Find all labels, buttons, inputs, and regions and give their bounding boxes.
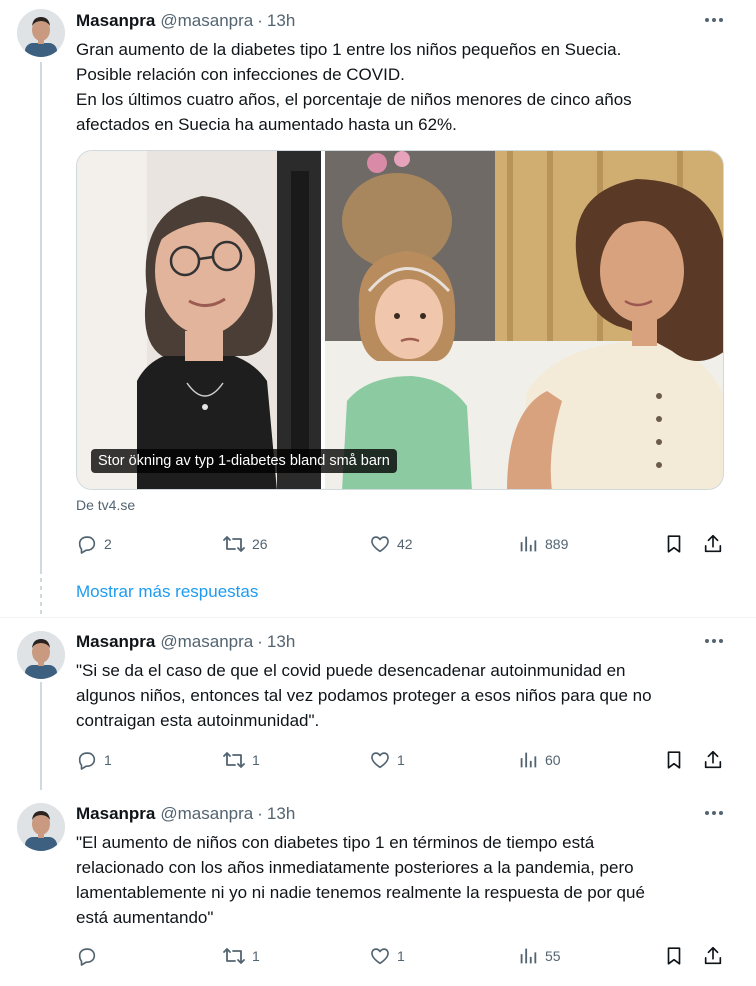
avatar[interactable] bbox=[17, 631, 65, 679]
views-icon bbox=[520, 752, 537, 768]
share-button[interactable] bbox=[702, 531, 728, 557]
reply-button[interactable]: 2 bbox=[76, 531, 112, 557]
like-count: 1 bbox=[397, 752, 405, 768]
retweet-button[interactable]: 1 bbox=[222, 747, 260, 773]
views-icon bbox=[520, 948, 537, 964]
retweet-icon bbox=[223, 536, 245, 552]
tweet-text: "Si se da el caso de que el covid puede … bbox=[76, 661, 652, 730]
retweet-count: 26 bbox=[252, 536, 268, 552]
tweet-text: Gran aumento de la diabetes tipo 1 entre… bbox=[76, 40, 632, 134]
like-button[interactable]: 1 bbox=[369, 747, 405, 773]
author-handle[interactable]: @masanpra bbox=[160, 11, 253, 31]
reply-button[interactable] bbox=[76, 943, 104, 969]
views-icon bbox=[520, 536, 537, 552]
thread-dots bbox=[40, 578, 42, 618]
share-button[interactable] bbox=[702, 943, 728, 969]
tweet-actions: 1 1 1 60 bbox=[76, 747, 736, 773]
heart-icon bbox=[371, 536, 389, 553]
tweet-header: Masanpra @masanpra · 13h bbox=[76, 632, 296, 652]
author-name[interactable]: Masanpra bbox=[76, 804, 155, 824]
retweet-icon bbox=[223, 752, 245, 768]
reply-button[interactable]: 1 bbox=[76, 747, 112, 773]
bookmark-button[interactable] bbox=[663, 531, 689, 557]
timestamp[interactable]: 13h bbox=[267, 804, 295, 824]
heart-icon bbox=[371, 752, 389, 769]
more-options-icon[interactable] bbox=[700, 630, 728, 652]
share-icon bbox=[704, 534, 722, 553]
views-button[interactable]: 60 bbox=[517, 747, 561, 773]
views-count: 60 bbox=[545, 752, 561, 768]
retweet-button[interactable]: 26 bbox=[222, 531, 268, 557]
tweet-actions: 2 26 42 889 bbox=[76, 531, 736, 557]
timestamp[interactable]: 13h bbox=[267, 632, 295, 652]
avatar[interactable] bbox=[17, 9, 65, 57]
timestamp[interactable]: 13h bbox=[267, 11, 295, 31]
bookmark-icon bbox=[667, 535, 681, 553]
bookmark-icon bbox=[667, 751, 681, 769]
bookmark-button[interactable] bbox=[663, 747, 689, 773]
author-handle[interactable]: @masanpra bbox=[160, 804, 253, 824]
retweet-button[interactable]: 1 bbox=[222, 943, 260, 969]
author-handle[interactable]: @masanpra bbox=[160, 632, 253, 652]
views-button[interactable]: 889 bbox=[517, 531, 568, 557]
views-button[interactable]: 55 bbox=[517, 943, 561, 969]
avatar[interactable] bbox=[17, 803, 65, 851]
retweet-icon bbox=[223, 948, 245, 964]
bookmark-button[interactable] bbox=[663, 943, 689, 969]
reply-icon bbox=[78, 948, 96, 966]
divider bbox=[0, 617, 756, 618]
share-icon bbox=[704, 946, 722, 965]
tweet-header: Masanpra @masanpra · 13h bbox=[76, 11, 296, 31]
like-button[interactable]: 1 bbox=[369, 943, 405, 969]
author-name[interactable]: Masanpra bbox=[76, 632, 155, 652]
reply-count: 2 bbox=[104, 536, 112, 552]
reply-count: 1 bbox=[104, 752, 112, 768]
tweet-actions: 1 1 55 bbox=[76, 943, 736, 969]
like-button[interactable]: 42 bbox=[369, 531, 413, 557]
show-more-replies-link[interactable]: Mostrar más respuestas bbox=[76, 582, 258, 602]
share-icon bbox=[704, 750, 722, 769]
media-caption: Stor ökning av typ 1-diabetes bland små … bbox=[91, 449, 397, 473]
tweet-text: "El aumento de niños con diabetes tipo 1… bbox=[76, 833, 645, 927]
retweet-count: 1 bbox=[252, 752, 260, 768]
views-count: 889 bbox=[545, 536, 569, 552]
bookmark-icon bbox=[667, 947, 681, 965]
heart-icon bbox=[371, 948, 389, 965]
author-name[interactable]: Masanpra bbox=[76, 11, 155, 31]
like-count: 42 bbox=[397, 536, 413, 552]
views-count: 55 bbox=[545, 948, 561, 964]
like-count: 1 bbox=[397, 948, 405, 964]
reply-icon bbox=[78, 536, 96, 554]
tweet-header: Masanpra @masanpra · 13h bbox=[76, 804, 296, 824]
share-button[interactable] bbox=[702, 747, 728, 773]
tweet-media-card[interactable]: Stor ökning av typ 1-diabetes bland små … bbox=[76, 150, 724, 490]
more-options-icon[interactable] bbox=[700, 802, 728, 824]
reply-icon bbox=[78, 752, 96, 770]
link-source[interactable]: De tv4.se bbox=[76, 497, 135, 513]
more-options-icon[interactable] bbox=[700, 9, 728, 31]
retweet-count: 1 bbox=[252, 948, 260, 964]
